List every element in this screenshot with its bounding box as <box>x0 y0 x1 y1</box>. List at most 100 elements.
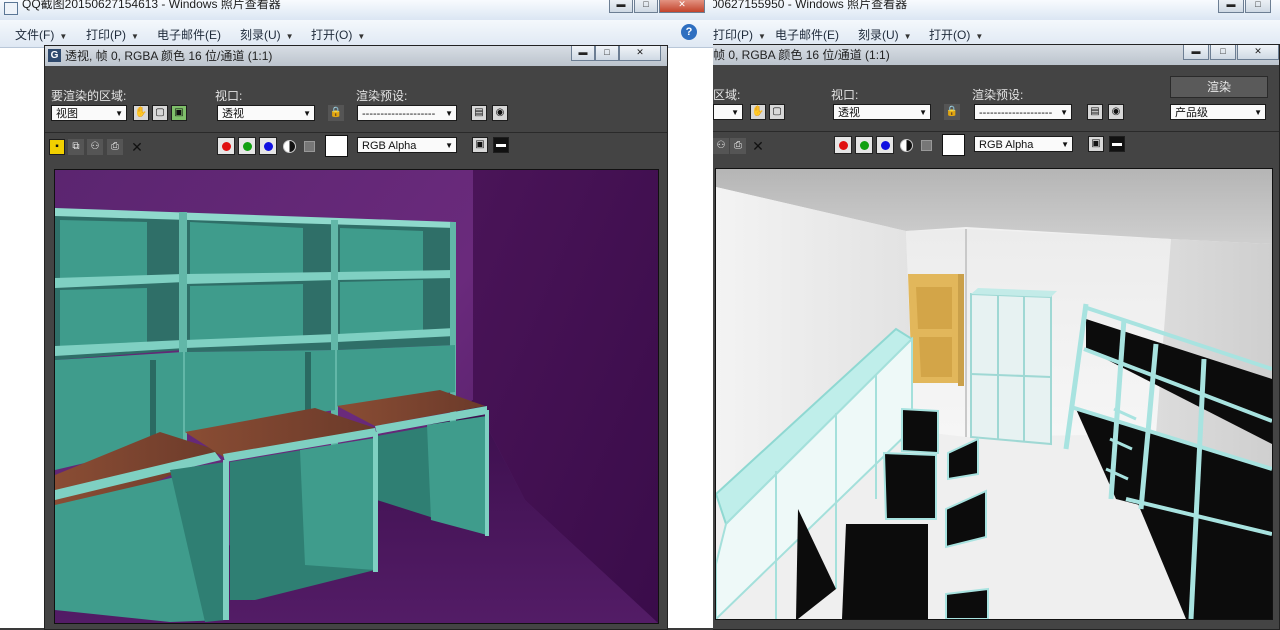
blue-channel-icon <box>264 142 273 151</box>
right-preset-value: -------------------- <box>979 107 1053 119</box>
frame-maximize-button[interactable]: □ <box>595 46 619 61</box>
frame-close-button[interactable]: ✕ <box>619 46 661 61</box>
display-mode-icon[interactable]: ▣ <box>472 137 488 153</box>
monochrome-icon[interactable] <box>304 141 315 152</box>
edit-region-icon[interactable]: ✋ <box>750 104 766 120</box>
chevron-down-icon: ▼ <box>445 109 453 118</box>
viewport-dropdown[interactable]: 透视 ▼ <box>217 105 315 121</box>
copy-image-icon[interactable]: ⧉ <box>68 139 84 155</box>
right-viewport-value: 透视 <box>838 107 860 119</box>
chevron-down-icon: ▼ <box>975 32 984 41</box>
print-image-icon[interactable]: ⎙ <box>107 139 123 155</box>
edit-region-icon[interactable]: ✋ <box>133 105 149 121</box>
close-button[interactable]: ✕ <box>659 0 705 13</box>
print-image-icon[interactable]: ⎙ <box>730 138 746 154</box>
lock-icon[interactable]: 🔒 <box>328 105 344 121</box>
preset-value: -------------------- <box>362 108 436 120</box>
clone-frame-icon[interactable]: ⚇ <box>713 138 729 154</box>
clear-icon[interactable]: ✕ <box>750 138 766 154</box>
left-frame-toolbar: 要渲染的区域: 视图 ▼ ✋ ▢ ▣ 视口: 透视 ▼ 🔒 渲染预设: ------… <box>45 66 667 164</box>
chevron-down-icon: ▼ <box>919 108 927 117</box>
chevron-down-icon: ▼ <box>131 32 139 41</box>
display-mode-icon[interactable]: ▣ <box>1088 136 1104 152</box>
chevron-down-icon: ▼ <box>731 108 739 117</box>
render-button[interactable]: 渲染 <box>1170 76 1268 98</box>
area-dropdown[interactable]: 视图 ▼ <box>51 105 127 121</box>
right-viewer-titlebar: 00627155950 - Windows 照片查看器 ▬ □ <box>713 0 1280 20</box>
fullscreen-icon[interactable]: ▬ <box>1109 136 1125 152</box>
right-area-label: 区域: <box>713 88 741 102</box>
minimize-button[interactable]: ▬ <box>609 0 633 13</box>
save-image-icon[interactable]: ▪ <box>49 139 65 155</box>
quality-dropdown[interactable]: 产品级 ▼ <box>1170 104 1266 120</box>
dormitory-render <box>716 169 1272 619</box>
right-menu-email-label: 电子邮件(E) <box>775 28 839 42</box>
menu-open-label: 打开(O) <box>311 28 353 42</box>
maximize-button[interactable]: □ <box>634 0 658 13</box>
green-channel-toggle[interactable] <box>855 136 873 154</box>
right-menu-burn[interactable]: 刻录(U) ▼ <box>858 26 912 43</box>
right-area-dropdown[interactable]: ▼ <box>713 104 743 120</box>
right-menu-email[interactable]: 电子邮件(E) <box>775 26 839 43</box>
menu-open[interactable]: 打开(O) ▼ <box>311 26 365 43</box>
environment-icon[interactable]: ◉ <box>1108 104 1124 120</box>
right-menu-burn-label: 刻录(U) <box>858 28 899 42</box>
menu-file[interactable]: 文件(F) ▼ <box>15 26 67 43</box>
red-channel-icon <box>839 141 848 150</box>
fullscreen-icon[interactable]: ▬ <box>493 137 509 153</box>
toolbar-divider <box>713 131 1279 132</box>
crop-icon[interactable]: ▣ <box>171 105 187 121</box>
alpha-channel-icon[interactable] <box>900 139 913 152</box>
blue-channel-toggle[interactable] <box>876 136 894 154</box>
right-frame-minimize-button[interactable]: ▬ <box>1183 45 1209 60</box>
chevron-down-icon: ▼ <box>1254 108 1262 117</box>
app-icon: G <box>48 49 61 62</box>
right-minimize-button[interactable]: ▬ <box>1218 0 1244 13</box>
menu-email[interactable]: 电子邮件(E) <box>157 26 221 43</box>
menu-burn[interactable]: 刻录(U) ▼ <box>240 26 294 43</box>
toolbar-divider <box>45 132 667 133</box>
right-menu-open[interactable]: 打开(O) ▼ <box>929 26 983 43</box>
left-frame-title: 透视, 帧 0, RGBA 颜色 16 位/通道 (1:1) <box>65 49 273 63</box>
monochrome-icon[interactable] <box>921 140 932 151</box>
swatch-white[interactable] <box>325 135 348 157</box>
right-menu-print[interactable]: 打印(P) ▼ <box>713 26 766 43</box>
clear-icon[interactable]: ✕ <box>129 139 145 155</box>
menu-print-label: 打印(P) <box>86 28 126 42</box>
frame-minimize-button[interactable]: ▬ <box>571 46 595 61</box>
chevron-down-icon: ▼ <box>1061 140 1069 149</box>
right-frame-maximize-button[interactable]: □ <box>1210 45 1236 60</box>
blue-channel-toggle[interactable] <box>259 137 277 155</box>
menu-print[interactable]: 打印(P) ▼ <box>86 26 139 43</box>
render-setup-icon[interactable]: ▤ <box>471 105 487 121</box>
green-channel-icon <box>860 141 869 150</box>
environment-icon[interactable]: ◉ <box>492 105 508 121</box>
swatch-white[interactable] <box>942 134 965 156</box>
right-frame-titlebar: 帧 0, RGBA 颜色 16 位/通道 (1:1) ▬ □ ✕ <box>713 45 1279 65</box>
right-frame-title: 帧 0, RGBA 颜色 16 位/通道 (1:1) <box>713 48 890 62</box>
auto-region-icon[interactable]: ▢ <box>769 104 785 120</box>
channel-value: RGB Alpha <box>362 140 417 152</box>
clone-frame-icon[interactable]: ⚇ <box>87 139 103 155</box>
lock-icon[interactable]: 🔒 <box>944 104 960 120</box>
right-preset-label: 渲染预设: <box>972 88 1024 102</box>
alpha-channel-icon[interactable] <box>283 140 296 153</box>
bookshelf-desk-render <box>55 170 658 623</box>
help-icon[interactable]: ? <box>681 24 697 40</box>
right-preset-dropdown[interactable]: -------------------- ▼ <box>974 104 1072 120</box>
right-viewport-dropdown[interactable]: 透视 ▼ <box>833 104 931 120</box>
right-maximize-button[interactable]: □ <box>1245 0 1271 13</box>
right-channel-dropdown[interactable]: RGB Alpha ▼ <box>974 136 1073 152</box>
right-frame-close-button[interactable]: ✕ <box>1237 45 1279 60</box>
auto-region-icon[interactable]: ▢ <box>152 105 168 121</box>
left-rendered-frame-window: G 透视, 帧 0, RGBA 颜色 16 位/通道 (1:1) ▬ □ ✕ 要… <box>44 45 668 630</box>
area-label: 要渲染的区域: <box>51 89 127 103</box>
menu-burn-label: 刻录(U) <box>240 28 281 42</box>
channel-dropdown[interactable]: RGB Alpha ▼ <box>357 137 457 153</box>
green-channel-toggle[interactable] <box>238 137 256 155</box>
red-channel-toggle[interactable] <box>834 136 852 154</box>
menu-file-label: 文件(F) <box>15 28 55 42</box>
render-setup-icon[interactable]: ▤ <box>1087 104 1103 120</box>
red-channel-toggle[interactable] <box>217 137 235 155</box>
preset-dropdown[interactable]: -------------------- ▼ <box>357 105 457 121</box>
